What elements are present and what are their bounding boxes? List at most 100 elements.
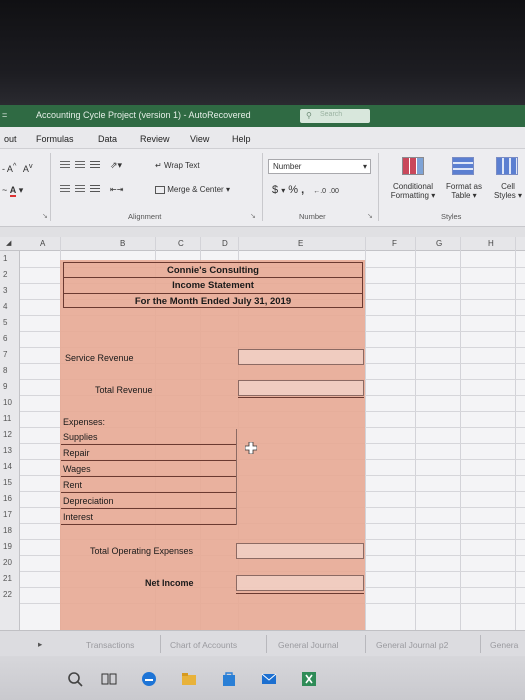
- sheet-tab-general-journal-p2[interactable]: General Journal p2: [376, 640, 448, 650]
- expense-values-column[interactable]: [236, 429, 239, 525]
- percent-button[interactable]: %: [288, 184, 298, 196]
- comma-button[interactable]: ,: [301, 184, 304, 196]
- tab-review[interactable]: Review: [140, 134, 170, 144]
- decrease-decimal-button[interactable]: .00: [329, 188, 339, 195]
- row-header[interactable]: 20: [3, 558, 12, 567]
- tab-view[interactable]: View: [190, 134, 209, 144]
- column-header-d[interactable]: D: [222, 239, 228, 248]
- row-header[interactable]: 17: [3, 510, 12, 519]
- increase-font-button[interactable]: - A^: [2, 161, 16, 174]
- service-revenue-value-cell[interactable]: [238, 349, 364, 365]
- sheet-tab-chart-of-accounts[interactable]: Chart of Accounts: [170, 640, 237, 650]
- formula-bar-area: [0, 227, 525, 237]
- expense-depreciation-label[interactable]: Depreciation: [63, 496, 114, 506]
- column-header-a[interactable]: A: [40, 239, 45, 248]
- row-header[interactable]: 11: [3, 414, 11, 423]
- net-income-value-cell[interactable]: [236, 575, 364, 591]
- edge-browser-icon[interactable]: [140, 670, 158, 688]
- row-header[interactable]: 3: [3, 286, 7, 295]
- row-header[interactable]: 14: [3, 462, 12, 471]
- sheet-tab-general-journal-p3[interactable]: Genera: [490, 640, 518, 650]
- row-header[interactable]: 7: [3, 350, 7, 359]
- row-header[interactable]: 19: [3, 542, 12, 551]
- expense-rent-label[interactable]: Rent: [63, 480, 82, 490]
- column-header-h[interactable]: H: [488, 239, 494, 248]
- merge-center-button[interactable]: Merge & Center ▾: [155, 185, 230, 194]
- row-header[interactable]: 5: [3, 318, 7, 327]
- column-header-e[interactable]: E: [298, 239, 303, 248]
- row-header[interactable]: 18: [3, 526, 12, 535]
- column-header-c[interactable]: C: [178, 239, 184, 248]
- row-header[interactable]: 21: [3, 574, 12, 583]
- row-header[interactable]: 15: [3, 478, 12, 487]
- expense-interest-label[interactable]: Interest: [63, 512, 93, 522]
- search-box[interactable]: ⚲ Search: [300, 109, 370, 123]
- tab-separator: [160, 635, 161, 653]
- expense-repair-label[interactable]: Repair: [63, 448, 90, 458]
- align-horizontal-buttons[interactable]: [60, 185, 101, 195]
- number-buttons: $ ▾ % , ←.0 .00: [272, 184, 339, 196]
- row-header[interactable]: 1: [3, 254, 7, 263]
- increase-decimal-button[interactable]: ←.0: [313, 188, 326, 195]
- task-view-icon[interactable]: [100, 670, 118, 688]
- group-label-number: Number: [299, 212, 326, 221]
- mail-icon[interactable]: [260, 670, 278, 688]
- excel-icon[interactable]: [300, 670, 318, 688]
- row-header[interactable]: 6: [3, 334, 7, 343]
- column-header-f[interactable]: F: [392, 239, 397, 248]
- expense-wages-label[interactable]: Wages: [63, 464, 91, 474]
- font-launcher-icon[interactable]: ↘: [42, 212, 48, 220]
- column-header-b[interactable]: B: [120, 239, 125, 248]
- sheet-tab-general-journal[interactable]: General Journal: [278, 640, 338, 650]
- row-header[interactable]: 8: [3, 366, 7, 375]
- align-top-icon: [60, 161, 70, 169]
- total-revenue-value-cell[interactable]: [238, 380, 364, 396]
- quick-access-toolbar[interactable]: =: [2, 110, 7, 120]
- total-revenue-label[interactable]: Total Revenue: [95, 385, 153, 395]
- tab-layout[interactable]: out: [4, 134, 17, 144]
- wrap-text-button[interactable]: ↵ Wrap Text: [155, 161, 200, 170]
- row-header[interactable]: 13: [3, 446, 12, 455]
- service-revenue-label[interactable]: Service Revenue: [65, 353, 134, 363]
- file-explorer-icon[interactable]: [180, 670, 198, 688]
- row-header[interactable]: 4: [3, 302, 7, 311]
- total-operating-expenses-label[interactable]: Total Operating Expenses: [90, 546, 193, 556]
- conditional-formatting-button[interactable]: Conditional Formatting ▾: [386, 182, 440, 200]
- align-middle-icon: [75, 161, 86, 169]
- spreadsheet-grid[interactable]: ◢ A B C D E F G H 1 2 3 4 5 6 7 8 9 10 11 12 13 14 15 1…: [0, 237, 525, 630]
- indent-buttons[interactable]: ⇤⇥: [110, 185, 123, 194]
- alignment-launcher-icon[interactable]: ↘: [250, 212, 256, 220]
- currency-button[interactable]: $: [272, 184, 278, 196]
- column-header-g[interactable]: G: [436, 239, 442, 248]
- font-color-button[interactable]: ~ A ▾: [2, 185, 23, 197]
- row-header[interactable]: 22: [3, 590, 12, 599]
- expense-supplies-label[interactable]: Supplies: [63, 432, 98, 442]
- align-top-buttons[interactable]: [60, 161, 101, 171]
- row-header[interactable]: 16: [3, 494, 12, 503]
- tab-data[interactable]: Data: [98, 134, 117, 144]
- expenses-label[interactable]: Expenses:: [63, 417, 105, 427]
- tab-help[interactable]: Help: [232, 134, 251, 144]
- store-icon[interactable]: [220, 670, 238, 688]
- row-header[interactable]: 9: [3, 382, 7, 391]
- cell-styles-button[interactable]: Cell Styles ▾: [488, 182, 525, 200]
- row-header[interactable]: 12: [3, 430, 12, 439]
- number-launcher-icon[interactable]: ↘: [367, 212, 373, 220]
- sheet-tab-transactions[interactable]: Transactions: [86, 640, 134, 650]
- row-header[interactable]: 2: [3, 270, 7, 279]
- tab-formulas[interactable]: Formulas: [36, 134, 74, 144]
- row-header[interactable]: 10: [3, 398, 12, 407]
- sheet-nav-arrow-icon[interactable]: ▸: [38, 639, 42, 650]
- group-label-styles: Styles: [441, 212, 462, 221]
- decrease-font-button[interactable]: Av: [23, 161, 33, 174]
- align-left-icon: [60, 185, 70, 193]
- title-bar: = Accounting Cycle Project (version 1) -…: [0, 105, 525, 127]
- search-icon[interactable]: [66, 670, 84, 688]
- orientation-button[interactable]: ⇗▾: [110, 160, 122, 171]
- format-as-table-icon: [452, 157, 474, 175]
- format-as-table-button[interactable]: Format as Table ▾: [442, 182, 486, 200]
- number-format-select[interactable]: Number ▾: [268, 159, 371, 174]
- select-all-corner[interactable]: ◢: [6, 239, 11, 247]
- total-operating-expenses-value-cell[interactable]: [236, 543, 364, 559]
- net-income-label[interactable]: Net Income: [145, 578, 194, 588]
